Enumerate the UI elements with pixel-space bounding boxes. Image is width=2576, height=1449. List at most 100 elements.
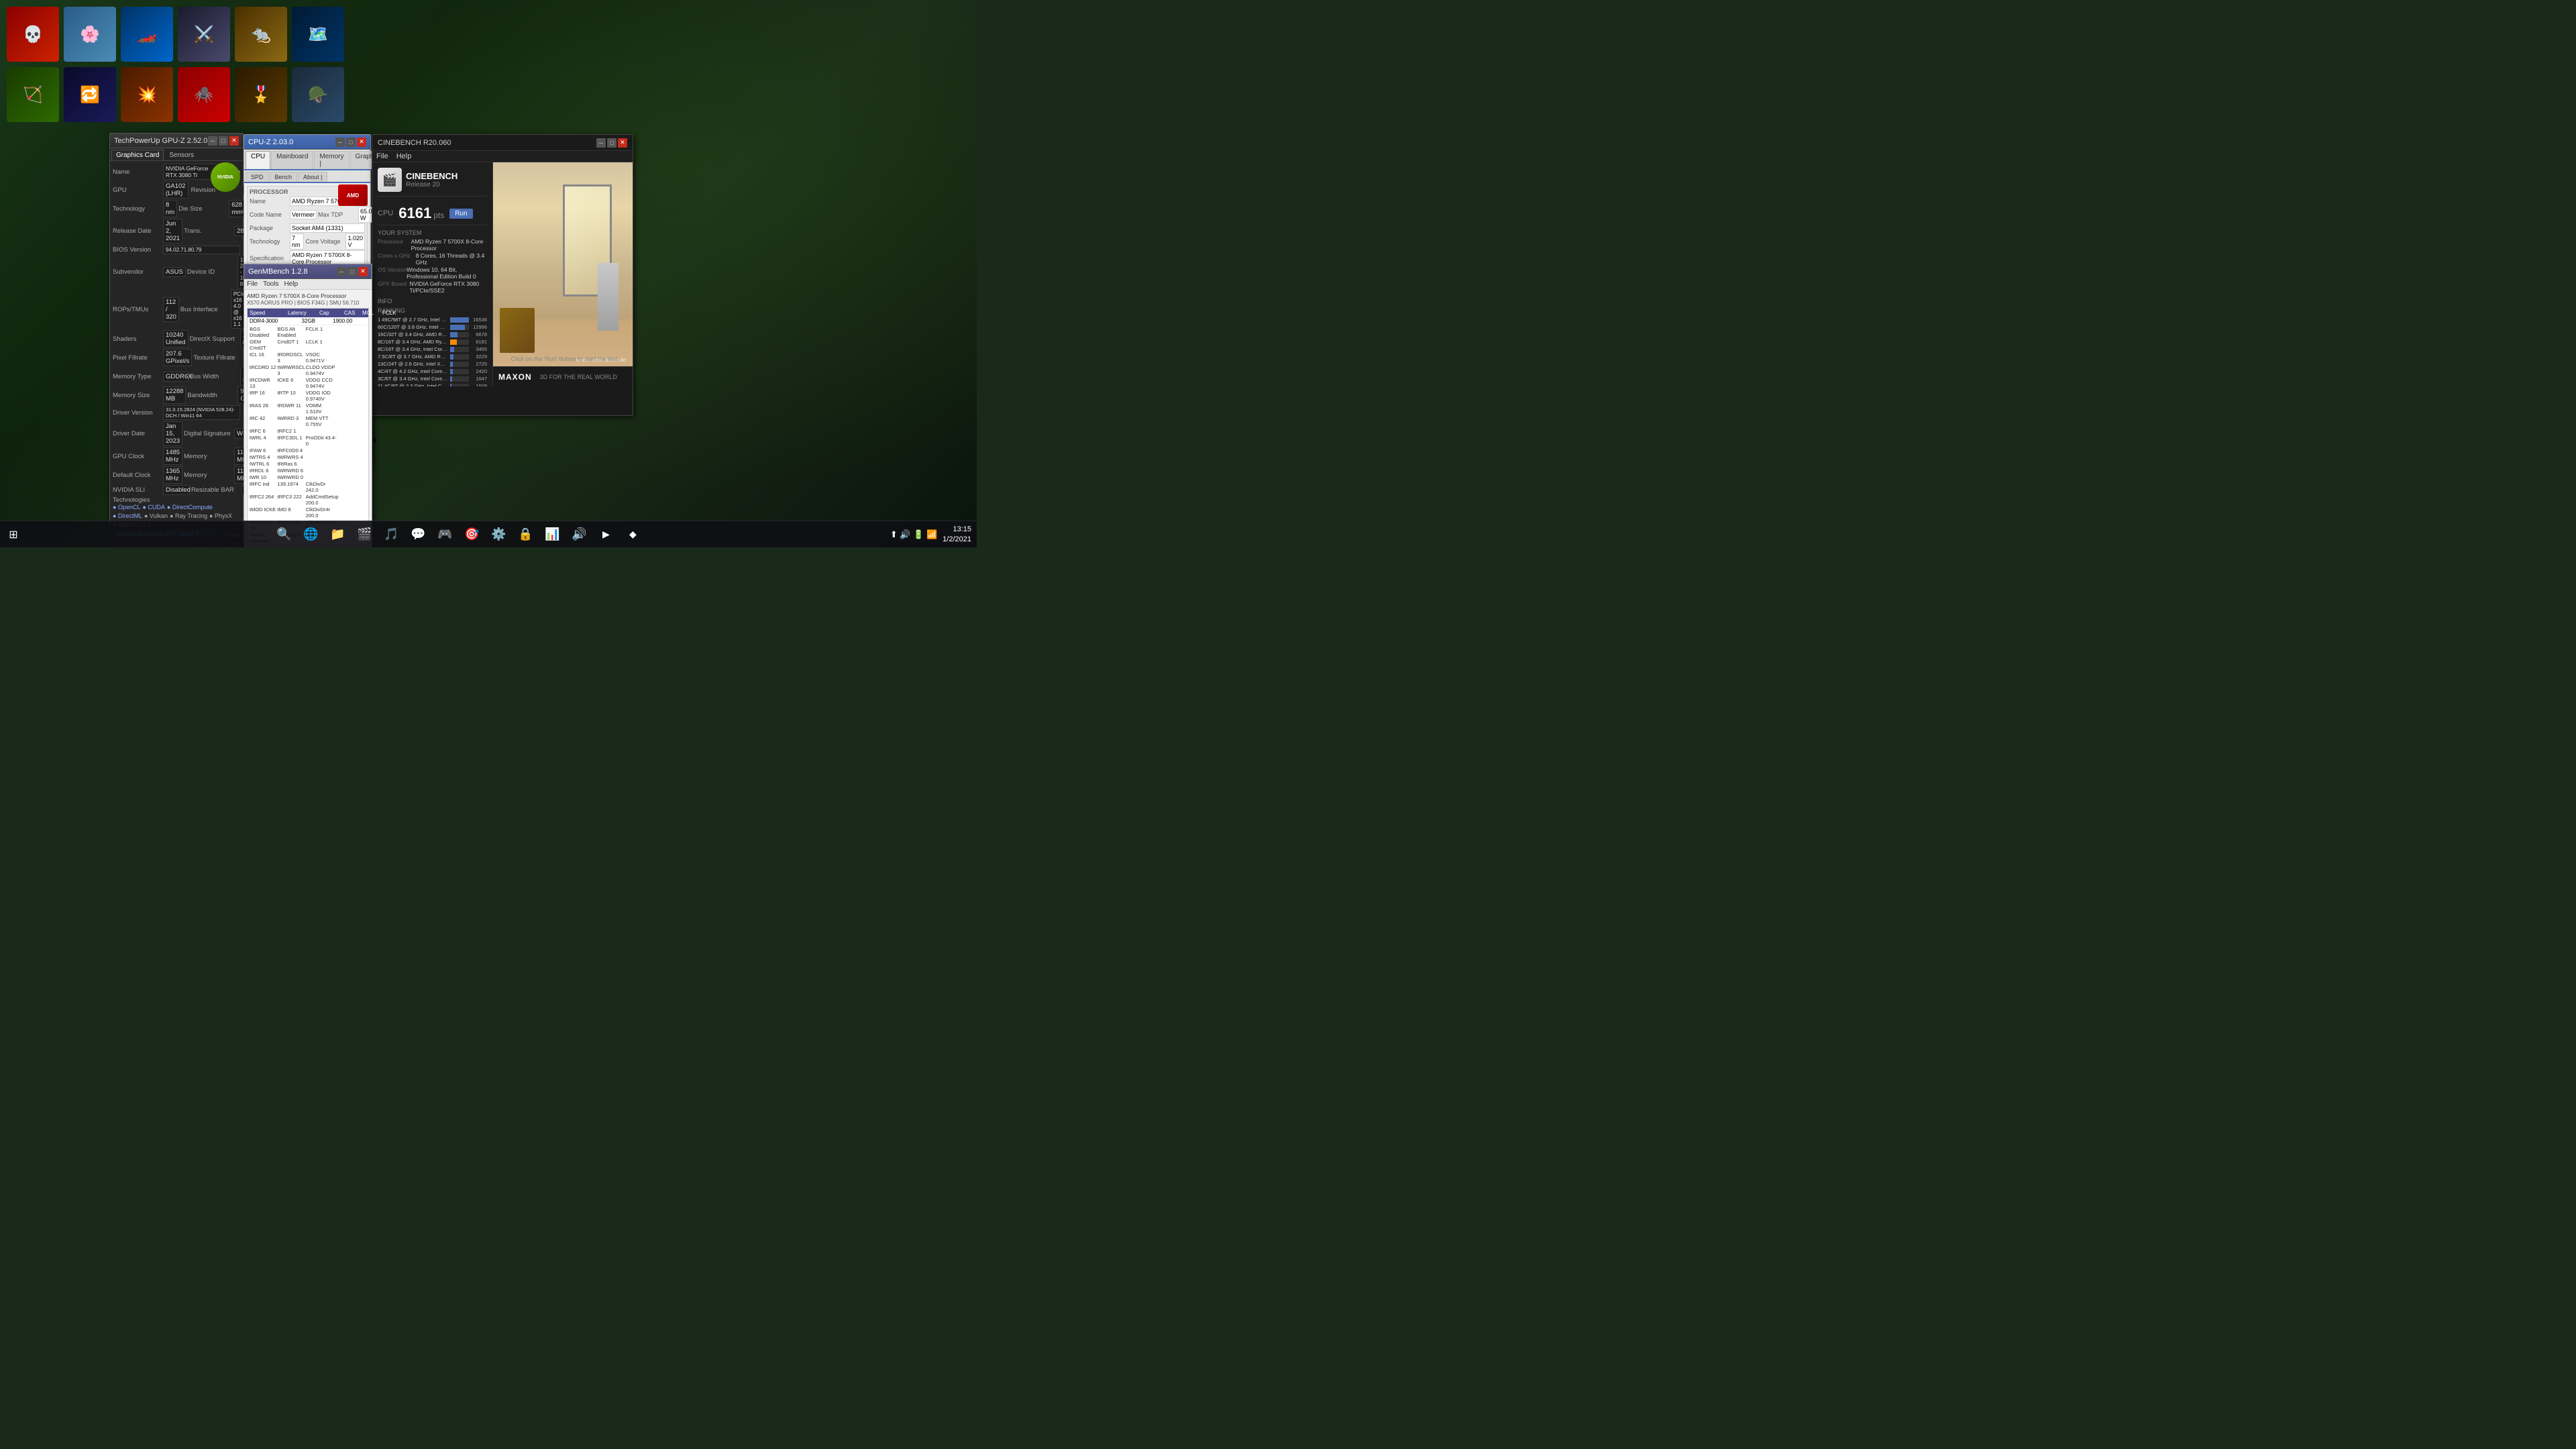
gpuz-minimize-button[interactable]: ─ [208, 136, 217, 146]
gpuz-row-memsize: Memory Size 12288 MB Bandwidth 912 GB/s [113, 386, 240, 404]
game-icon-forza[interactable]: 🏎️ [121, 7, 173, 62]
game-icon-uncharted[interactable]: 🗺️ [292, 7, 344, 62]
cinebench-run-prompt-text: Click on the 'Run' button to start the t… [511, 356, 619, 362]
game-icon-witcher[interactable]: ⚔️ [178, 7, 230, 62]
cinebench-rank-item-0: 1 49C/98T @ 2.7 GHz, Intel Xeon Platinum… [378, 317, 487, 323]
taskbar-app2-icon[interactable]: ◆ [621, 523, 645, 547]
taskbar-date-value: 1/2/2021 [943, 535, 971, 544]
taskbar-monitor-icon[interactable]: 📊 [540, 523, 564, 547]
game-icon-plague[interactable]: 🐀 [235, 7, 287, 62]
genmzbench-col-cap: Cap [319, 310, 343, 316]
cpuz-close-button[interactable]: ✕ [357, 138, 366, 147]
taskbar-browser-icon[interactable]: 🌐 [299, 523, 323, 547]
cinebench-gpu-row: GPX Board NVIDIA GeForce RTX 3080 Ti/PCI… [378, 280, 487, 294]
gpuz-row-driver: Driver Version 31.0.15.2824 (NVIDIA 528.… [113, 405, 240, 420]
cpuz-tab-cpu[interactable]: CPU [246, 151, 270, 169]
cinebench-menu-file[interactable]: File [376, 152, 388, 160]
gpuz-rops-value: 112 / 320 [163, 297, 179, 322]
gpuz-row-shaders: Shaders 10240 Unified DirectX Support 12… [113, 330, 240, 347]
cpuz-tab-about[interactable]: About | [298, 172, 327, 182]
game-icon-tomb[interactable]: 🏹 [7, 67, 59, 122]
game-icon-battlefield1[interactable]: 🎖️ [235, 67, 287, 122]
genmzbench-title: GenMBench 1.2.8 [248, 268, 337, 276]
rank-bar-6 [450, 362, 453, 367]
cinebench-score-unit: pts [433, 211, 444, 220]
genmzbench-close[interactable]: ✕ [358, 267, 368, 276]
cinebench-run-prompt: Click on the 'Run' button to start the t… [511, 355, 619, 363]
rank-bar-container-5 [450, 354, 470, 360]
gpuz-close-button[interactable]: ✕ [229, 136, 239, 146]
cpuz-tab-bench[interactable]: Bench [270, 172, 298, 182]
game-icon-wreckfest[interactable]: 💥 [121, 67, 173, 122]
cinebench-run-button[interactable]: Run [449, 209, 472, 219]
genmzbench-col-mcl: MCL [362, 310, 381, 316]
cinebench-render-furniture2 [598, 263, 619, 330]
gpuz-content: NVIDIA Name NVIDIA GeForce RTX 3080 Ti L… [110, 161, 243, 543]
taskbar: ⊞ 🔍 🌐 📁 🎬 🎵 💬 🎮 🎯 ⚙️ 🔒 📊 🔊 ▶ ◆ ⬆ 🔊 🔋 📶 1… [0, 521, 977, 547]
gpuz-tab-graphics[interactable]: Graphics Card [111, 150, 164, 160]
taskbar-search-icon[interactable]: 🔍 [272, 523, 296, 547]
genmzbench-file-menu[interactable]: File [247, 280, 258, 288]
cinebench-cpu-score-area: CPU 6161 pts Run [378, 202, 487, 225]
cpuz-maximize-button[interactable]: □ [346, 138, 356, 147]
cinebench-close-button[interactable]: ✕ [618, 138, 627, 148]
cpuz-codename-value: Vermeer [290, 210, 317, 219]
rank-bar-container-8 [450, 376, 470, 382]
cpuz-tab-spd[interactable]: SPD [246, 172, 269, 182]
genmzbench-maximize[interactable]: □ [347, 267, 357, 276]
taskbar-app1-icon[interactable]: ▶ [594, 523, 618, 547]
gpuz-row-sli: NVIDIA SLI Disabled Resizable BAR Enable… [113, 485, 240, 495]
genmzbench-controls: ─ □ ✕ [337, 267, 368, 276]
taskbar-media-icon[interactable]: 🎬 [352, 523, 376, 547]
genmzbench-help-menu[interactable]: Help [284, 280, 298, 288]
gpuz-physx-badge: ● PhysX [209, 513, 232, 519]
cinebench-titlebar[interactable]: CINEBENCH R20.060 ─ □ ✕ [372, 135, 633, 151]
taskbar-files-icon[interactable]: 📁 [325, 523, 350, 547]
cinebench-processor-key: Processor [378, 238, 411, 252]
gpuz-tab-sensors[interactable]: Sensors [164, 150, 199, 160]
cinebench-minimize-button[interactable]: ─ [596, 138, 606, 148]
cinebench-menu-help[interactable]: Help [396, 152, 412, 160]
game-icon-spiderman[interactable]: 🕷️ [178, 67, 230, 122]
taskbar-chat-icon[interactable]: 💬 [406, 523, 430, 547]
cinebench-maximize-button[interactable]: □ [607, 138, 616, 148]
cinebench-logo-text: CINEBENCH Release 20 [406, 171, 458, 189]
genmzbench-titlebar[interactable]: GenMBench 1.2.8 ─ □ ✕ [244, 264, 372, 279]
genmzbench-tools-menu[interactable]: Tools [263, 280, 278, 288]
gpuz-cuda-badge: ● CUDA [142, 504, 164, 511]
gpuz-row-tech: Technology 8 nm Die Size 628 mm² [113, 200, 240, 217]
game-icon-doom[interactable]: 💀 [7, 7, 59, 62]
taskbar-start-button[interactable]: ⊞ [0, 521, 27, 548]
cpuz-tab-mainboard[interactable]: Mainboard [271, 151, 313, 169]
cinebench-release: Release 20 [406, 181, 458, 189]
game-icon-kena[interactable]: 🌸 [64, 7, 116, 62]
cpuz-window-controls: ─ □ ✕ [335, 138, 366, 147]
gpuz-row-bios: BIOS Version 94.02.71.80.79 [113, 245, 240, 254]
taskbar-music-icon[interactable]: 🎵 [379, 523, 403, 547]
taskbar-settings-icon[interactable]: ⚙️ [486, 523, 511, 547]
game-icon-returnal[interactable]: 🔁 [64, 67, 116, 122]
genmzbench-minimize[interactable]: ─ [337, 267, 346, 276]
taskbar-volume-icon[interactable]: 🔊 [567, 523, 591, 547]
taskbar-game1-icon[interactable]: 🎮 [433, 523, 457, 547]
gpuz-titlebar[interactable]: TechPowerUp GPU-Z 2.52.0 ─ □ ✕ [110, 133, 243, 148]
taskbar-security-icon[interactable]: 🔒 [513, 523, 537, 547]
gpuz-bios-value: 94.02.71.80.79 [163, 246, 240, 254]
cinebench-footer-logo: MAXON [498, 372, 532, 382]
rank-score-7: 2420 [471, 368, 487, 374]
cinebench-rank-item-1: 60C/120T @ 3.8 GHz, Intel Xeon CPU E7-48… [378, 324, 487, 330]
cpuz-minimize-button[interactable]: ─ [335, 138, 345, 147]
taskbar-clock[interactable]: 13:15 1/2/2021 [943, 525, 977, 544]
cinebench-render-panel: www.renderbaron.de Click on the 'Run' bu… [493, 162, 633, 386]
game-icon-battlefield5[interactable]: 🪖 [292, 67, 344, 122]
genmzbench-col-cas: CAS [344, 310, 361, 316]
gpuz-maximize-button[interactable]: □ [219, 136, 228, 146]
cpuz-tabs: CPU Mainboard Memory | Graphics [244, 150, 370, 170]
cpuz-package-value: Socket AM4 (1331) [290, 223, 365, 233]
cpuz-titlebar[interactable]: CPU-Z 2.03.0 ─ □ ✕ [244, 135, 370, 150]
taskbar-game2-icon[interactable]: 🎯 [460, 523, 484, 547]
cinebench-menubar: File Help [372, 151, 633, 162]
cinebench-cores-val: 8 Cores, 16 Threads @ 3.4 GHz [416, 252, 487, 266]
cpuz-tab-memory[interactable]: Memory | [314, 151, 349, 169]
rank-score-2: 6678 [471, 331, 487, 337]
